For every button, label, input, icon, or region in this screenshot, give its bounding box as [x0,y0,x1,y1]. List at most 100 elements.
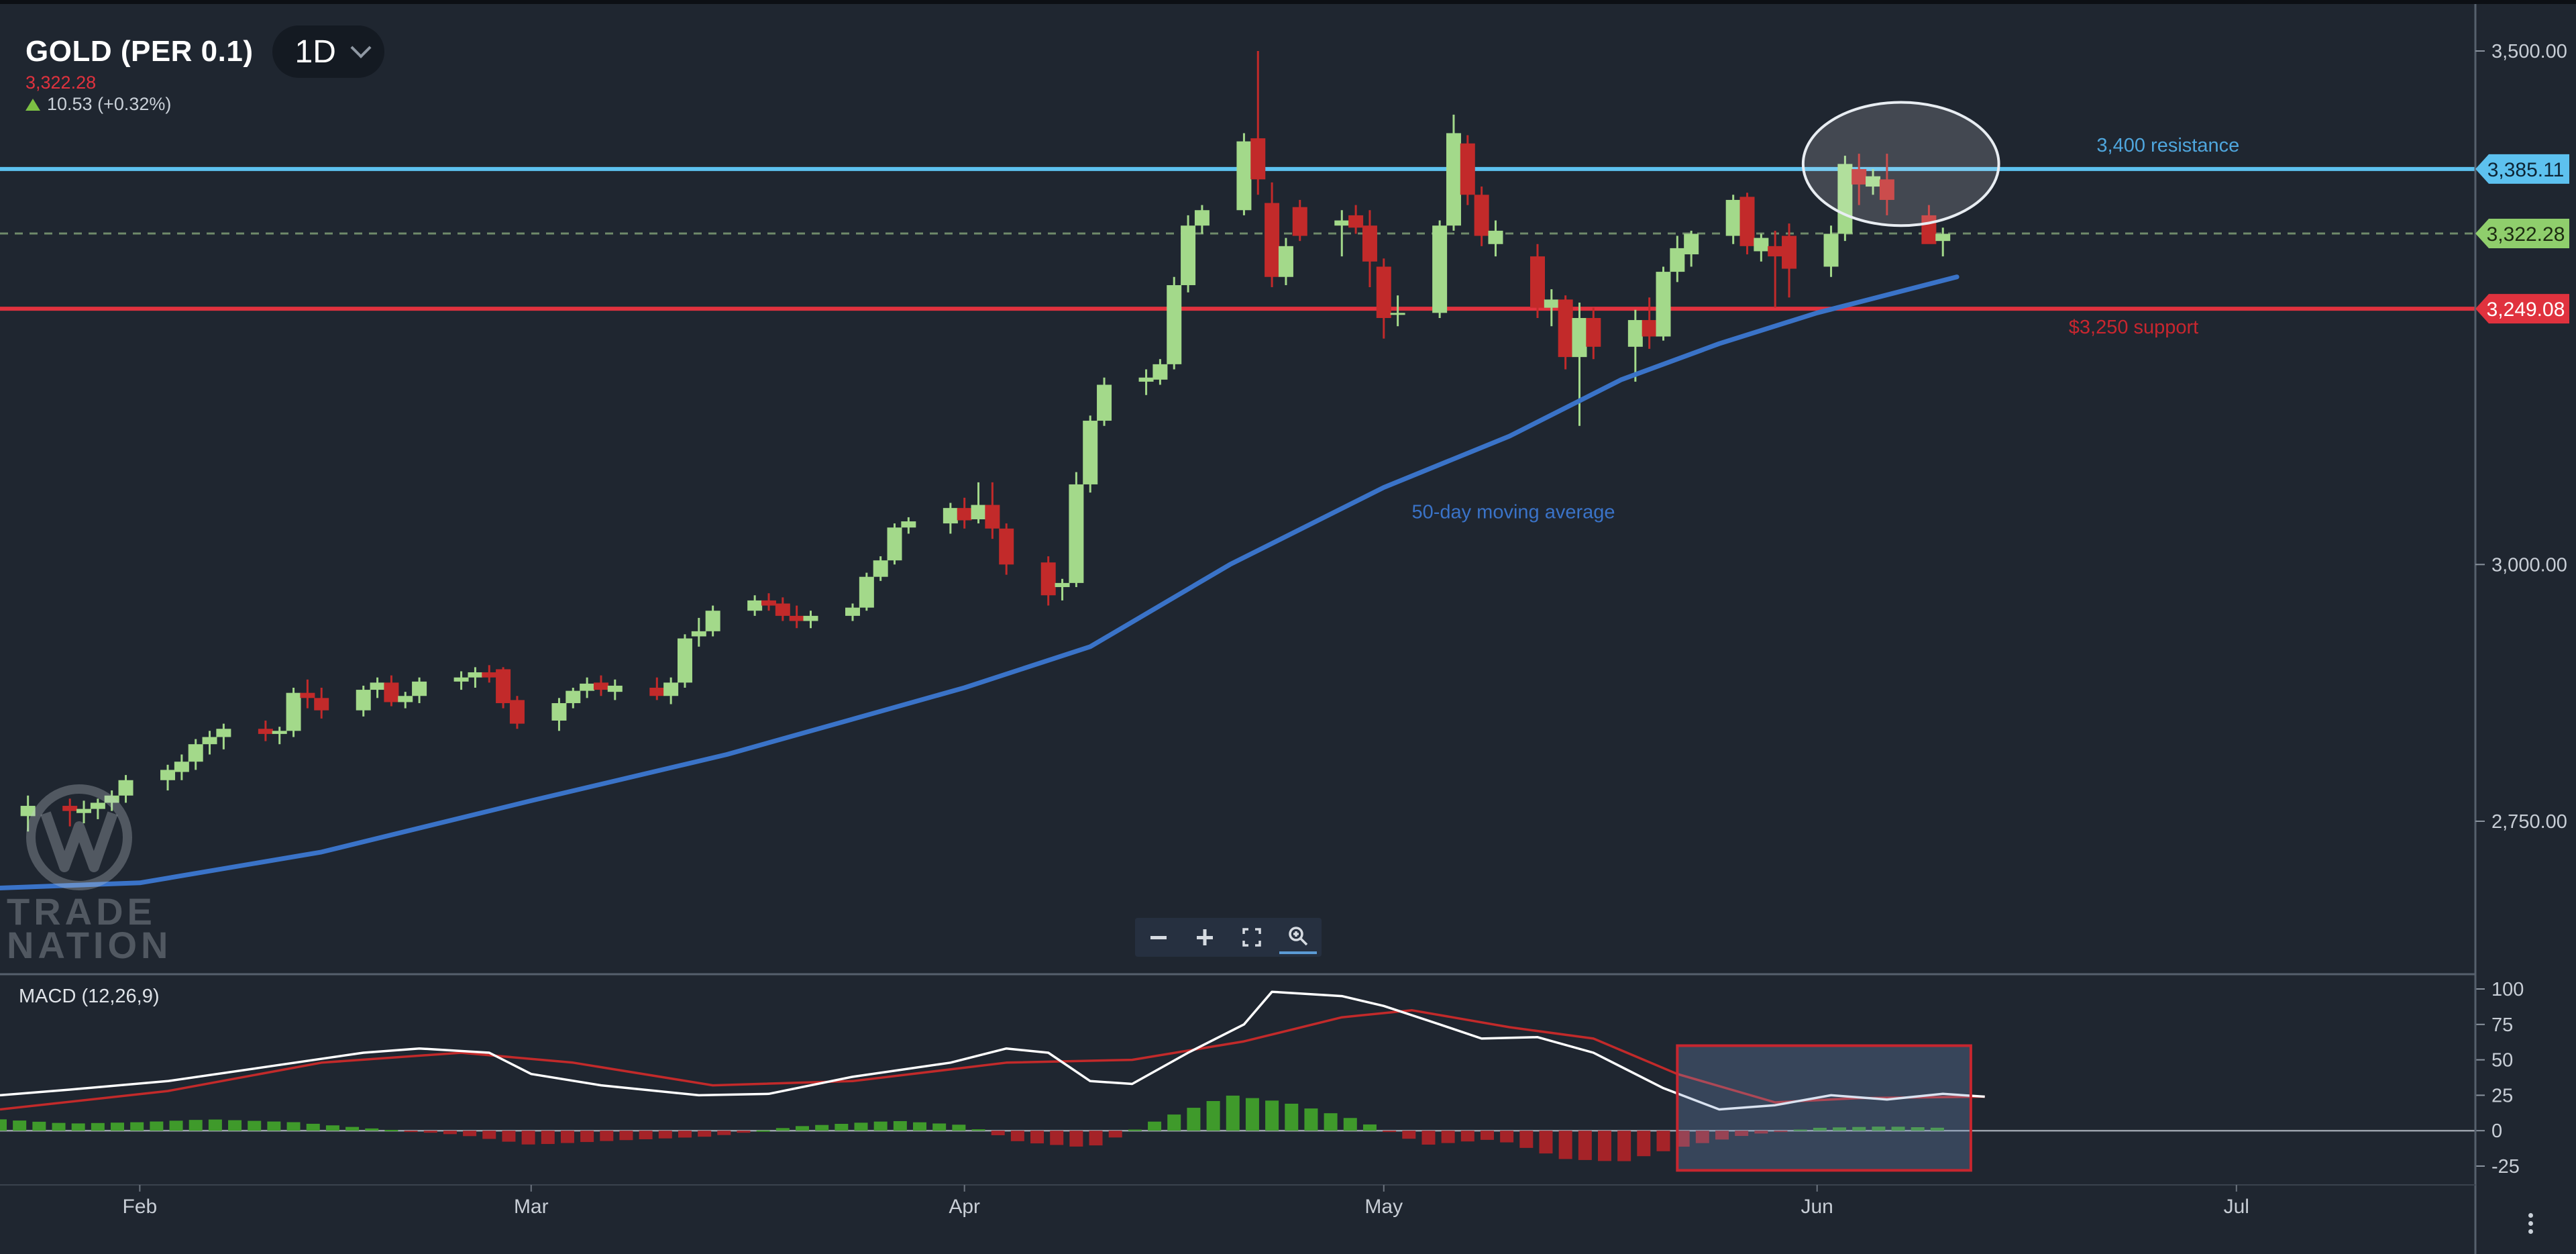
candle-up [1152,364,1168,380]
chart-window: 3,400 resistance $3,250 support 50-day mov… [0,0,2576,1254]
x-tick-label: Jul [2224,1196,2249,1218]
candle-up [1138,377,1154,382]
candle-up [1167,284,1182,364]
macd-histogram-bar [1324,1113,1338,1131]
candle-up [1656,272,1671,337]
macd-histogram-bar [580,1131,594,1143]
macd-histogram-bar [404,1131,418,1133]
macd-histogram-bar [189,1120,203,1131]
candle-down [1768,246,1783,257]
candle-up [677,638,692,683]
macd-histogram-bar [286,1122,301,1131]
zoom-out-button[interactable] [1140,921,1177,954]
price-change: 10.53 (+0.32%) [25,94,171,115]
price-line-tag: 3,385.11 [2475,154,2569,184]
candle-down [1348,215,1364,228]
candle-down [258,729,273,734]
watermark-layer: TRADENATION [7,784,168,966]
timeframe-selector[interactable]: 1D [272,25,384,78]
candle-up [468,672,483,678]
candle-up [1069,484,1084,583]
macd-histogram-bar [932,1123,947,1131]
macd-histogram-bar [1637,1131,1651,1157]
macd-histogram-bar [737,1131,751,1133]
zoom-in-button[interactable] [1186,921,1224,954]
x-tick-label: Mar [514,1196,549,1218]
price-line-tag: 3,249.08 [2475,294,2569,324]
chart-annotation: 50-day moving average [1411,501,1615,523]
macd-histogram-bar [306,1123,320,1131]
candle-down [1782,236,1797,269]
moving-average-line [0,274,1960,890]
price-tick-label: 2,750.00 [2491,811,2567,833]
price-tick-label: 3,500.00 [2491,41,2567,62]
candle-up [1097,384,1112,421]
chevron-down-icon [350,37,372,58]
candle-up [705,611,720,631]
macd-histogram-bar [795,1126,809,1131]
macd-histogram-bar [325,1125,339,1131]
macd-histogram-bar [1519,1131,1534,1148]
candle-up [566,690,581,703]
candle-up [1754,238,1769,252]
macd-histogram-bar [1265,1100,1279,1131]
candle-down [496,669,511,703]
candle-up [803,615,818,621]
macd-histogram-bar [1206,1101,1220,1131]
x-tick-label: Jun [1801,1196,1833,1218]
x-tick-label: Feb [123,1196,158,1218]
macd-tick-label: -25 [2491,1156,2520,1178]
chart-canvas[interactable]: 3,400 resistance $3,250 support 50-day mov… [0,0,2576,1254]
candle-down [62,806,78,811]
macd-tick-label: 75 [2491,1014,2513,1036]
candle-up [971,505,986,519]
macd-histogram-bar [52,1122,66,1131]
candle-up [398,696,413,702]
moving-average-layer [0,274,1960,890]
candle-up [901,521,916,528]
candle-up [1181,225,1196,285]
macd-histogram-bar [1285,1103,1299,1131]
chart-annotation: $3,250 support [2069,317,2198,338]
candle-up [943,508,958,524]
candle-down [1739,197,1755,246]
macd-histogram-bar [208,1119,222,1131]
candle-up [1432,225,1448,313]
candle-up [873,560,888,577]
more-options-icon[interactable] [2524,1213,2537,1240]
candle-up [1488,230,1503,244]
logo-w-mark [40,811,118,872]
candle-up [1278,246,1293,277]
candle-down [775,603,790,616]
magnifier-icon [1289,927,1308,946]
candle-up [1055,582,1070,588]
zoom-reset-button[interactable] [1279,921,1318,954]
candle-down [1250,138,1266,180]
macd-histogram-bar [1010,1131,1024,1141]
macd-histogram-bar [1558,1131,1572,1159]
macd-histogram-bar [1245,1098,1259,1131]
macd-histogram-bar [873,1121,888,1131]
fullscreen-icon [1242,928,1261,947]
candle-down [789,615,804,621]
candle-up [412,681,427,696]
candle-up [845,607,861,616]
macd-histogram-bar [91,1122,105,1131]
macd-histogram-bar [1441,1131,1455,1143]
macd-histogram-bar [775,1128,790,1131]
fullscreen-button[interactable] [1233,921,1271,954]
candle-down [1362,225,1377,262]
macd-histogram-bar [1187,1108,1201,1131]
price-tag-label: 3,249.08 [2487,299,2565,321]
candle-up [356,690,371,711]
candle-up [747,600,763,611]
candle-up [76,808,92,813]
macd-histogram-bar [619,1131,633,1141]
macd-histogram-bar [71,1123,85,1131]
macd-histogram-bar [1500,1131,1514,1143]
chart-annotation: 3,400 resistance [2096,135,2239,156]
arrow-up-icon [25,98,40,111]
candle-down [1474,195,1489,236]
candle-down [1558,299,1573,358]
price-line-tag: 3,322.28 [2475,219,2569,249]
